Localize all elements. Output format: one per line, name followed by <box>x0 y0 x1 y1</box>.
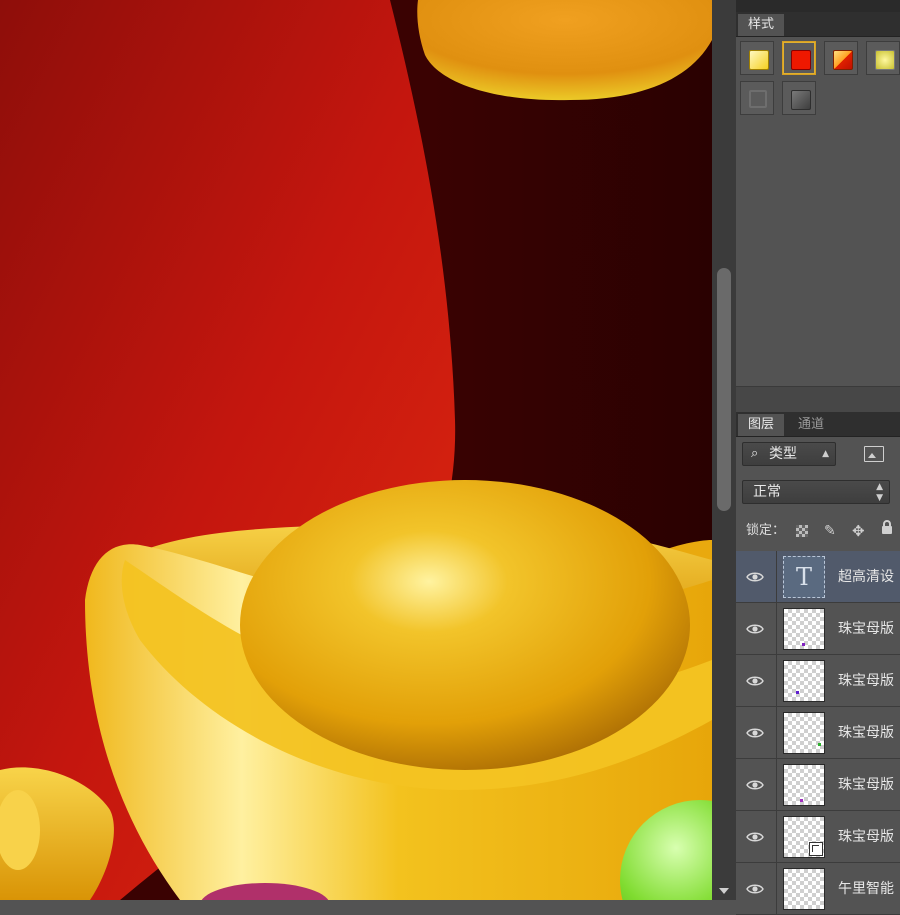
layer-name[interactable]: 珠宝母版 <box>838 603 900 655</box>
layer-filter-kind-label: 类型 <box>769 446 797 462</box>
styles-tabbar: 样式 <box>736 12 900 37</box>
lock-label: 锁定： <box>746 523 786 538</box>
layer-row[interactable]: 珠宝母版 <box>736 603 900 655</box>
panel-top-strip <box>736 0 900 12</box>
layer-name[interactable]: 珠宝母版 <box>838 707 900 759</box>
style-swatch-yellow-glow[interactable] <box>866 41 900 75</box>
row-divider <box>776 759 777 811</box>
smart-object-thumbnail <box>783 816 825 858</box>
scroll-down-arrow-icon[interactable] <box>719 888 729 894</box>
visibility-eye-icon[interactable] <box>746 621 764 637</box>
tab-styles[interactable]: 样式 <box>738 14 785 36</box>
layer-thumbnail <box>783 764 825 806</box>
layer-thumbnail <box>783 868 825 910</box>
scrollbar-thumb[interactable] <box>717 268 731 511</box>
lock-position-move-icon[interactable]: ✥ <box>852 516 865 546</box>
canvas-vertical-scrollbar[interactable] <box>712 0 736 900</box>
layer-name[interactable]: 超高清设 <box>838 551 900 603</box>
tab-layers[interactable]: 图层 <box>738 414 785 436</box>
canvas-artwork <box>0 0 712 900</box>
row-divider <box>776 603 777 655</box>
chevron-updown-icon: ▲ ▼ <box>876 482 883 503</box>
text-layer-thumbnail-icon: T <box>783 556 825 598</box>
blend-mode-select[interactable]: 正常 ▲ ▼ <box>742 480 890 504</box>
style-swatch-grey-outline[interactable] <box>740 81 774 115</box>
top-gold-ornament <box>417 0 712 101</box>
style-swatch-yellow[interactable] <box>740 41 774 75</box>
right-panel-dock: 样式 图层 通道 ⌕ 类型 ▲ 正常 ▲ ▼ 锁定： ✎ ✥ T 超高清设 珠宝… <box>736 0 900 915</box>
lock-all-icon[interactable] <box>882 520 892 534</box>
lock-transparent-pixels-icon[interactable] <box>796 525 808 537</box>
layer-thumbnail <box>783 660 825 702</box>
layer-name[interactable]: 珠宝母版 <box>838 759 900 811</box>
lock-row: 锁定： ✎ ✥ <box>736 516 900 546</box>
layer-row[interactable]: 珠宝母版 <box>736 759 900 811</box>
document-canvas[interactable] <box>0 0 712 900</box>
visibility-eye-icon[interactable] <box>746 777 764 793</box>
tab-channels[interactable]: 通道 <box>788 414 834 436</box>
row-divider <box>776 863 777 915</box>
layer-thumbnail <box>783 608 825 650</box>
visibility-eye-icon[interactable] <box>746 569 764 585</box>
row-divider <box>776 655 777 707</box>
row-divider <box>776 551 777 603</box>
layer-row[interactable]: T 超高清设 <box>736 551 900 603</box>
smart-object-badge-icon <box>809 842 823 856</box>
style-swatch-grey-bevel[interactable] <box>782 81 816 115</box>
styles-panel <box>736 37 900 387</box>
layer-filter-kind-select[interactable]: ⌕ 类型 ▲ <box>742 442 836 466</box>
visibility-eye-icon[interactable] <box>746 881 764 897</box>
visibility-eye-icon[interactable] <box>746 829 764 845</box>
ingot-dome <box>240 480 690 770</box>
style-swatch-red[interactable] <box>782 41 816 75</box>
layers-tabbar: 图层 通道 <box>736 412 900 437</box>
layer-row[interactable]: 珠宝母版 <box>736 707 900 759</box>
visibility-eye-icon[interactable] <box>746 673 764 689</box>
styles-panel-footer <box>736 386 900 413</box>
layers-panel: 图层 通道 ⌕ 类型 ▲ 正常 ▲ ▼ 锁定： ✎ ✥ T 超高清设 珠宝母版 … <box>736 412 900 915</box>
row-divider <box>776 707 777 759</box>
style-swatch-orange-red[interactable] <box>824 41 858 75</box>
image-filter-icon[interactable] <box>864 446 884 462</box>
blend-mode-value: 正常 <box>753 484 781 500</box>
layer-name[interactable]: 珠宝母版 <box>838 655 900 707</box>
visibility-eye-icon[interactable] <box>746 725 764 741</box>
layer-thumbnail <box>783 712 825 754</box>
layer-row[interactable]: 珠宝母版 <box>736 811 900 863</box>
search-icon: ⌕ <box>751 446 759 461</box>
chevron-updown-icon: ▲ <box>822 449 829 459</box>
layer-name[interactable]: 珠宝母版 <box>838 811 900 863</box>
layer-name[interactable]: 午里智能 <box>838 863 900 915</box>
lock-image-pixels-brush-icon[interactable]: ✎ <box>824 516 836 546</box>
layer-row[interactable]: 午里智能 <box>736 863 900 915</box>
layer-row[interactable]: 珠宝母版 <box>736 655 900 707</box>
row-divider <box>776 811 777 863</box>
